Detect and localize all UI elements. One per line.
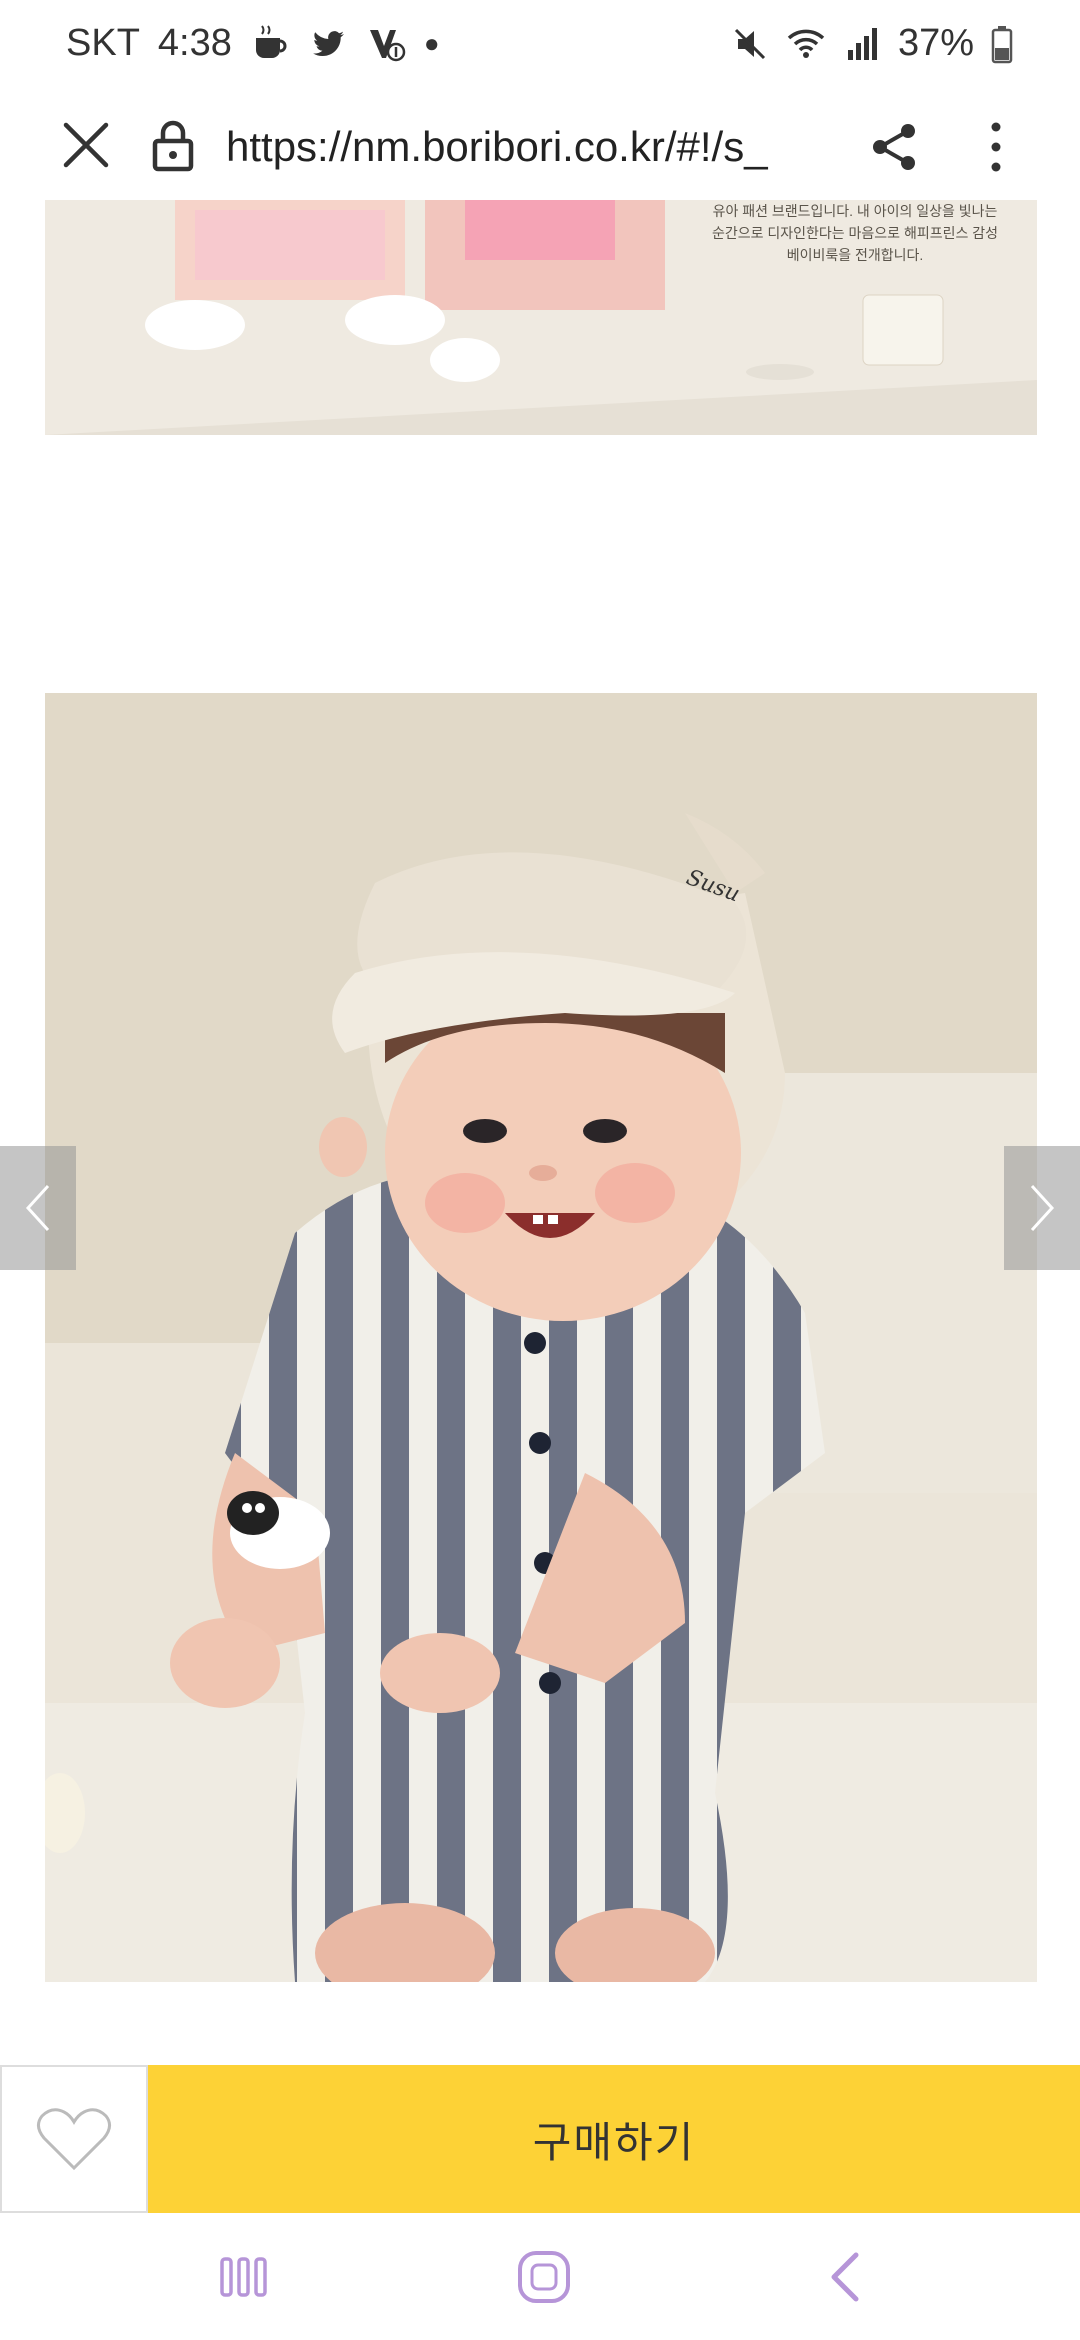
heart-icon [37,2108,111,2171]
share-icon[interactable] [864,117,924,177]
status-left: SKT 4:38 ● [66,22,440,65]
mute-icon [734,28,765,59]
twitter-icon [312,30,344,56]
back-icon[interactable] [816,2245,880,2309]
status-right: 37% [730,22,1014,65]
battery-percent: 37% [897,22,974,64]
coffee-icon [255,24,287,58]
recent-apps-icon[interactable] [212,2245,276,2309]
carrier-label: SKT [66,22,140,64]
signal-icon [847,27,877,60]
clock: 4:38 [157,22,232,64]
product-image-main: Susu [45,693,1037,1982]
buy-button[interactable]: 구매하기 [148,2065,1080,2213]
product-image-top: 유아 패션 브랜드입니다. 내 아이의 일상을 빛나는 순간으로 디자인한다는 … [45,200,1037,435]
notification-icon [369,29,406,61]
home-icon[interactable] [512,2245,576,2309]
chevron-right-icon [1030,1184,1055,1232]
carousel-prev-button[interactable] [0,1146,76,1270]
chevron-left-icon [25,1184,50,1232]
status-dot: ● [423,28,440,58]
wishlist-button[interactable] [0,2065,148,2213]
top-image-caption: 유아 패션 브랜드입니다. 내 아이의 일상을 빛나는 순간으로 디자인한다는 … [711,203,999,263]
web-content: 유아 패션 브랜드입니다. 내 아이의 일상을 빛나는 순간으로 디자인한다는 … [0,200,1080,2065]
more-options-icon[interactable] [966,115,1026,179]
carousel-next-button[interactable] [1004,1146,1080,1270]
url-text[interactable]: https://nm.boribori.co.kr/#!/s_ [226,117,830,177]
browser-url-bar: https://nm.boribori.co.kr/#!/s_ [0,95,1080,202]
lock-icon [152,120,194,172]
battery-icon [991,25,1013,63]
status-bar: SKT 4:38 ● 37% [0,0,1080,95]
android-nav-bar [0,2213,1080,2340]
baby-romper-photo: Susu [45,693,1037,1982]
wifi-icon [787,29,825,58]
purchase-bar: 구매하기 [0,2065,1080,2213]
close-icon[interactable] [58,117,114,173]
